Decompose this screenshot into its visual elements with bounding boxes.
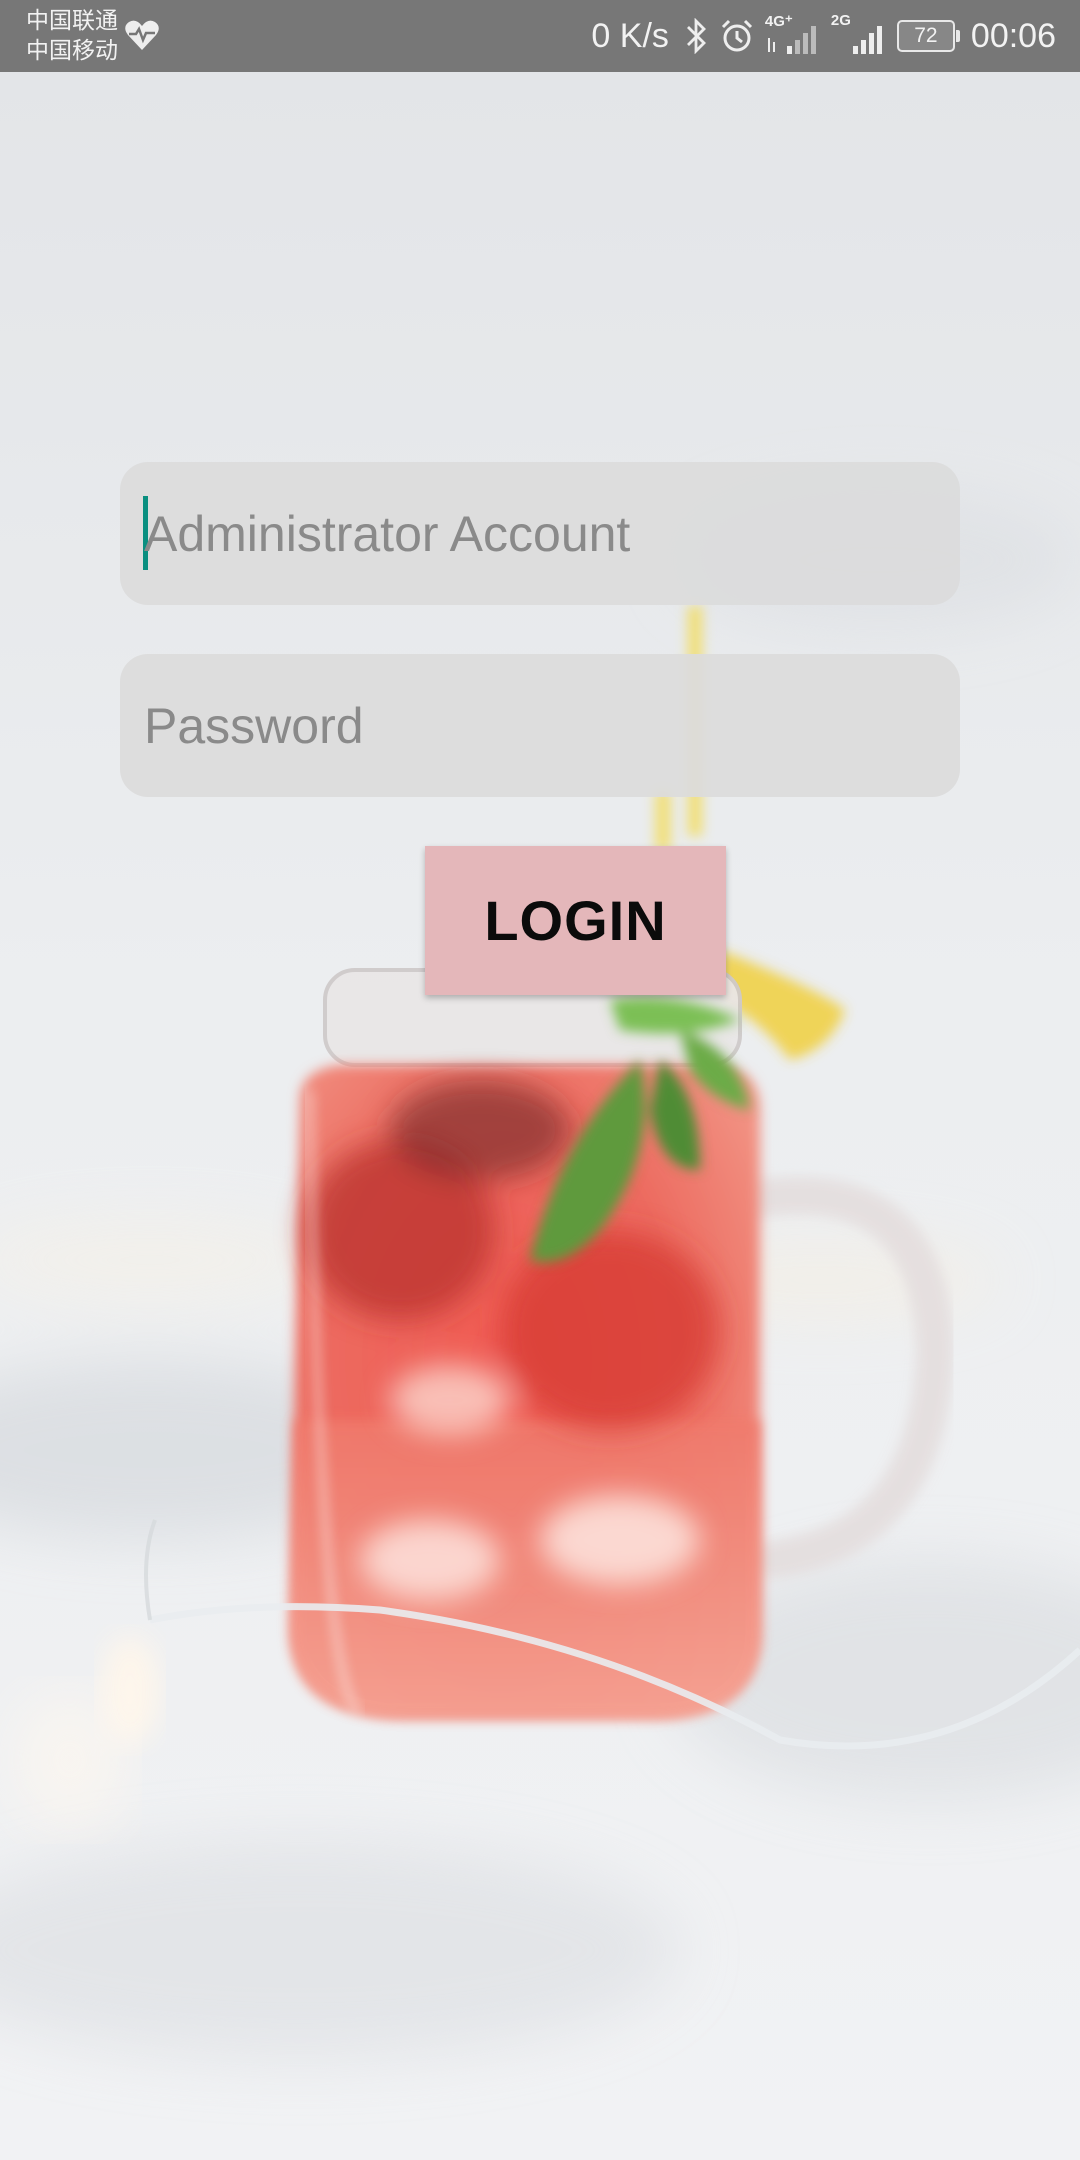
battery-icon: 72 <box>896 20 960 52</box>
password-field-container[interactable] <box>120 654 960 797</box>
carrier-1: 中国联通 <box>26 8 118 34</box>
status-indicators: 0 K/s 4G⁺ 2G 72 00:06 <box>591 0 1056 72</box>
account-field-container[interactable] <box>120 462 960 605</box>
bluetooth-icon <box>686 18 706 54</box>
status-bar: 中国联通 中国移动 0 K/s 4G⁺ 2G 72 00:06 <box>0 0 1080 72</box>
signal-4g-icon: 4G⁺ <box>765 13 821 56</box>
carrier-2: 中国移动 <box>26 38 118 64</box>
clock: 00:06 <box>970 16 1056 55</box>
signal-2g-icon: 2G <box>831 12 887 56</box>
login-form: LOGIN <box>0 0 1080 2160</box>
administrator-account-input[interactable] <box>144 462 934 605</box>
login-button[interactable]: LOGIN <box>425 846 726 995</box>
password-input[interactable] <box>144 654 934 797</box>
alarm-icon <box>721 19 752 52</box>
carrier-names: 中国联通 中国移动 <box>26 6 118 66</box>
heart-rate-icon <box>125 20 159 50</box>
network-speed: 0 K/s <box>591 16 669 55</box>
